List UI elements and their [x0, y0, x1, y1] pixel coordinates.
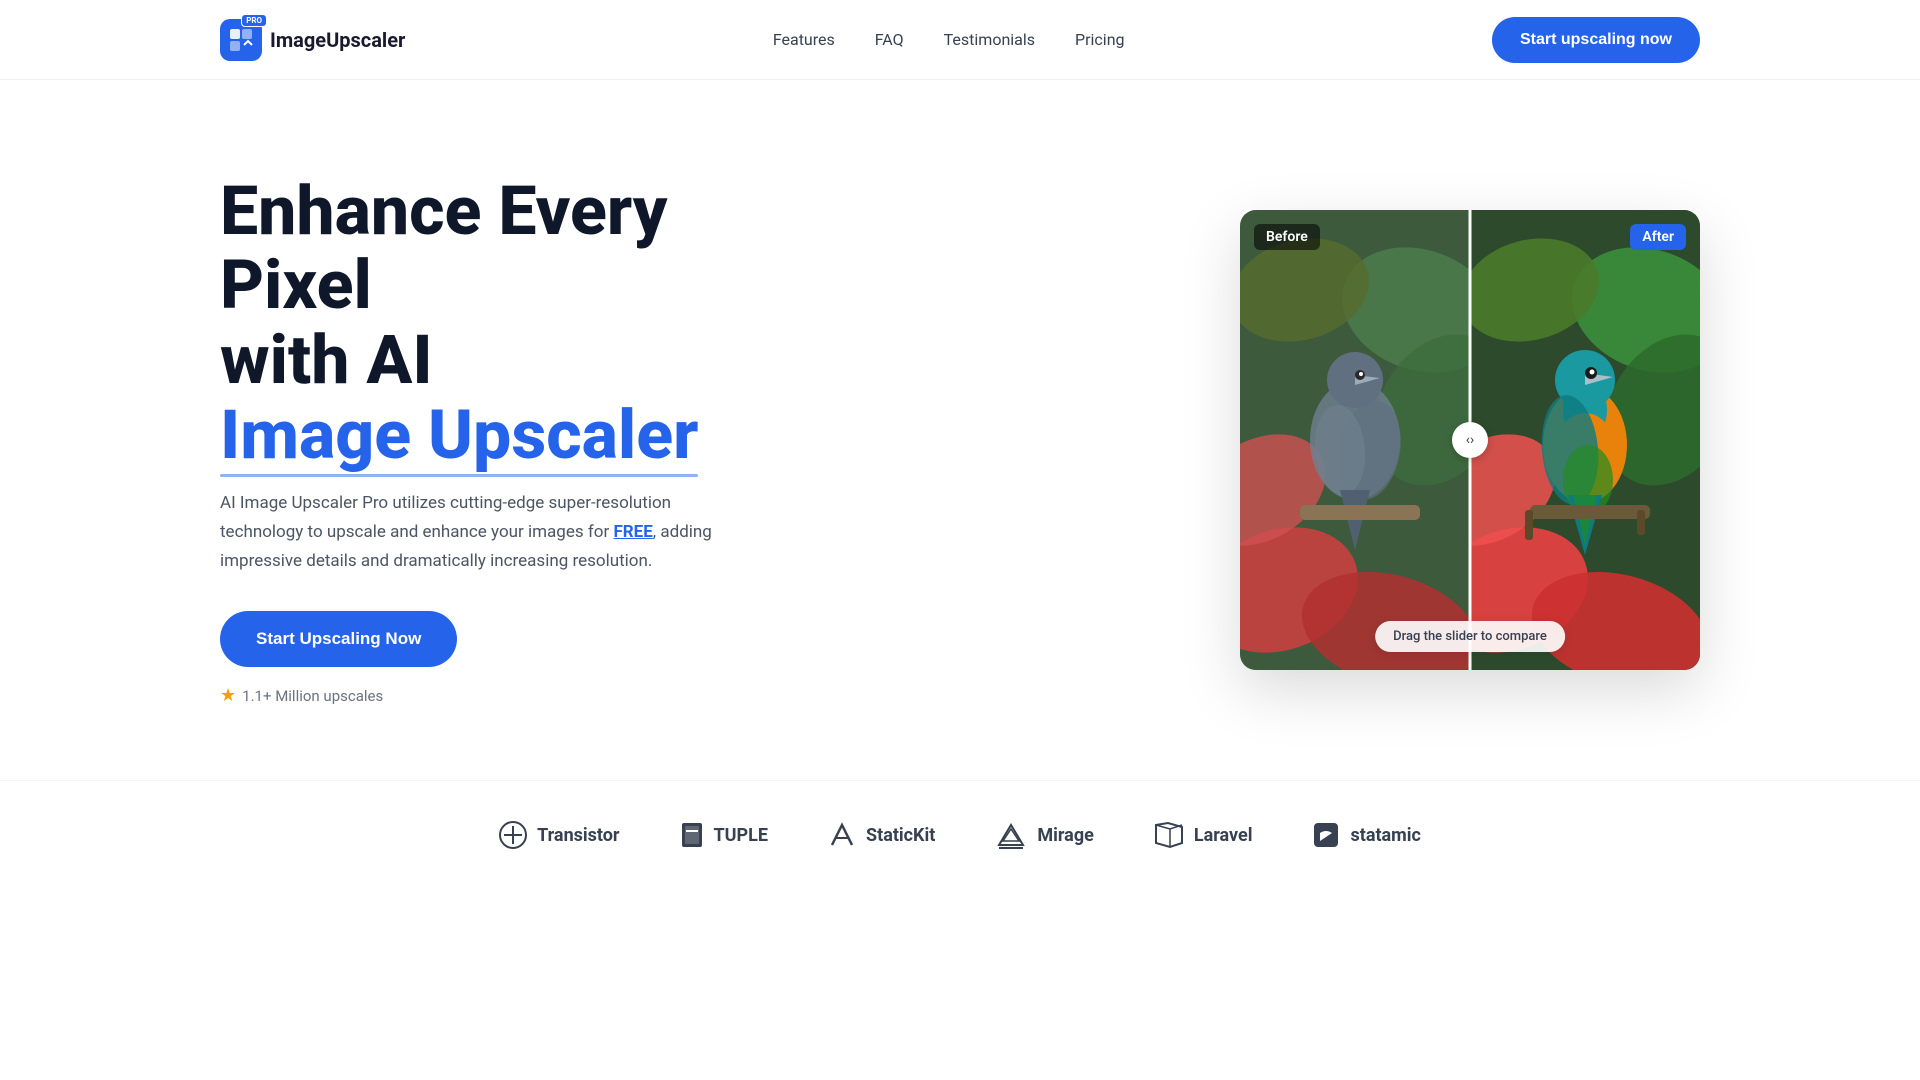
logo-statamic: statamic: [1312, 821, 1420, 849]
nav-testimonials[interactable]: Testimonials: [944, 30, 1035, 49]
before-label: Before: [1254, 224, 1320, 250]
hero-stat: ★ 1.1+ Million upscales: [220, 685, 820, 706]
logo-text: ImageUpscaler: [270, 28, 405, 52]
transistor-icon: [499, 821, 527, 849]
logo-transistor: Transistor: [499, 821, 619, 849]
hero-free-badge: FREE: [613, 522, 652, 542]
nav-pricing[interactable]: Pricing: [1075, 30, 1125, 49]
main-nav: Features FAQ Testimonials Pricing: [773, 30, 1125, 49]
hero-description: AI Image Upscaler Pro utilizes cutting-e…: [220, 489, 740, 576]
slider-handle[interactable]: ‹›: [1452, 422, 1488, 458]
logo-icon: PRO: [220, 19, 262, 61]
logo-statickit: StaticKit: [828, 821, 935, 849]
nav-faq[interactable]: FAQ: [875, 30, 904, 49]
hero-stat-text: 1.1+ Million upscales: [242, 687, 383, 705]
laravel-icon: [1154, 821, 1184, 849]
hero-left: Enhance Every Pixel with AI Image Upscal…: [220, 174, 820, 707]
drag-hint: Drag the slider to compare: [1375, 621, 1565, 652]
after-label: After: [1630, 224, 1686, 250]
mirage-icon: [995, 821, 1027, 849]
statickit-label: StaticKit: [866, 825, 935, 846]
logos-strip: Transistor TUPLE StaticKit Mirage: [0, 780, 1920, 909]
logo-laravel: Laravel: [1154, 821, 1253, 849]
after-image: [1470, 210, 1700, 670]
hero-title-line1: Enhance Every Pixel: [220, 171, 668, 326]
compare-container[interactable]: Before After ‹› Drag the slider to compa…: [1240, 210, 1700, 670]
hero-section: Enhance Every Pixel with AI Image Upscal…: [0, 80, 1920, 780]
slider-arrows: ‹›: [1466, 432, 1474, 448]
mirage-label: Mirage: [1037, 825, 1093, 846]
transistor-label: Transistor: [537, 825, 619, 846]
hero-title-line3: Image Upscaler: [220, 398, 698, 473]
statamic-icon: [1312, 821, 1340, 849]
before-image: [1240, 210, 1470, 670]
logo-badge: PRO: [241, 14, 267, 27]
tuple-label: TUPLE: [714, 825, 768, 846]
hero-title-line2: with AI: [220, 320, 433, 400]
image-compare-widget[interactable]: Before After ‹› Drag the slider to compa…: [1240, 210, 1700, 670]
logo-mirage: Mirage: [995, 821, 1093, 849]
laravel-label: Laravel: [1194, 825, 1253, 846]
header-cta-button[interactable]: Start upscaling now: [1492, 17, 1700, 63]
logo-tuple: TUPLE: [680, 821, 768, 849]
hero-title: Enhance Every Pixel with AI Image Upscal…: [220, 174, 820, 473]
statickit-icon: [828, 821, 856, 849]
hero-cta-button[interactable]: Start Upscaling Now: [220, 611, 457, 667]
nav-features[interactable]: Features: [773, 30, 835, 49]
tuple-icon: [680, 821, 704, 849]
header: PRO ImageUpscaler Features FAQ Testimoni…: [0, 0, 1920, 80]
star-icon: ★: [220, 685, 236, 706]
logo-area[interactable]: PRO ImageUpscaler: [220, 19, 405, 61]
hero-desc-prefix: AI Image Upscaler Pro utilizes cutting-e…: [220, 493, 671, 542]
statamic-label: statamic: [1350, 825, 1420, 846]
